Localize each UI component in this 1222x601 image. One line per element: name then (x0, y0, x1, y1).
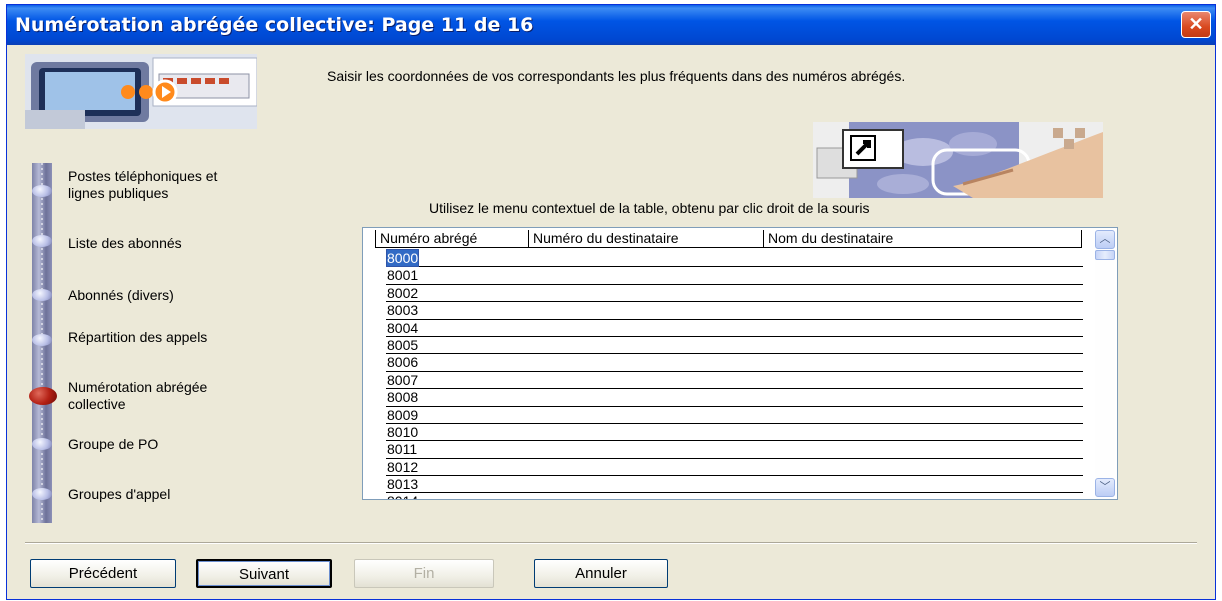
step-repartition-appels[interactable]: Répartition des appels (68, 329, 208, 346)
step-marker (32, 185, 52, 197)
scroll-down-icon[interactable]: ﹀ (1095, 478, 1115, 497)
table-row[interactable]: 8002 (386, 285, 1083, 303)
table-row[interactable]: 8004 (386, 320, 1083, 337)
step-marker (32, 289, 52, 301)
cancel-button[interactable]: Annuler (534, 559, 668, 588)
table-row[interactable]: 8009 (386, 407, 1083, 424)
table-row[interactable]: 8010 (386, 424, 1083, 442)
wizard-window: Numérotation abrégée collective: Page 11… (6, 4, 1216, 600)
column-header-numero-destinataire[interactable]: Numéro du destinataire (529, 230, 764, 248)
scroll-up-icon[interactable]: ︿ (1095, 230, 1115, 249)
step-groupes-appel[interactable]: Groupes d'appel (68, 486, 170, 503)
step-abonnes-divers[interactable]: Abonnés (divers) (68, 287, 174, 304)
table-row[interactable]: 8008 (386, 389, 1083, 407)
table-row[interactable]: 8011 (386, 441, 1083, 459)
speed-dial-table[interactable]: Numéro abrégé Numéro du destinataire Nom… (362, 227, 1118, 500)
instruction-text: Saisir les coordonnées de vos correspond… (327, 68, 906, 84)
step-marker (32, 488, 52, 500)
table-row[interactable]: 8005 (386, 337, 1083, 355)
title-bar: Numérotation abrégée collective: Page 11… (7, 5, 1215, 45)
selected-cell[interactable]: 8000 (385, 249, 420, 267)
window-title: Numérotation abrégée collective: Page 11… (15, 14, 534, 36)
step-marker (32, 235, 52, 247)
close-button[interactable]: ✕ (1181, 11, 1211, 38)
table-body: 8000 8001 8002 8003 8004 8005 8006 8007 … (385, 249, 1083, 499)
table-row[interactable]: 8012 (386, 459, 1083, 477)
table-header: Numéro abrégé Numéro du destinataire Nom… (375, 230, 1082, 248)
table-row[interactable]: 8000 (385, 249, 1083, 268)
step-liste-abonnes[interactable]: Liste des abonnés (68, 235, 182, 252)
finish-button: Fin (354, 559, 494, 588)
step-marker (32, 438, 52, 450)
wizard-logo-image (25, 54, 257, 129)
table-row[interactable]: 8014 (386, 493, 1083, 499)
next-button[interactable]: Suivant (196, 559, 332, 588)
scrollbar-thumb[interactable] (1095, 250, 1115, 260)
current-step-marker (29, 387, 57, 405)
button-separator (25, 542, 1197, 544)
step-groupe-po[interactable]: Groupe de PO (68, 436, 158, 453)
previous-button[interactable]: Précédent (30, 559, 176, 588)
column-header-numero-abrege[interactable]: Numéro abrégé (375, 230, 529, 248)
step-marker (32, 334, 52, 346)
step-numerotation-abregee[interactable]: Numérotation abrégée collective (68, 379, 218, 413)
table-row[interactable]: 8001 (386, 267, 1083, 285)
vertical-scrollbar[interactable]: ︿ ﹀ (1095, 230, 1115, 497)
step-postes[interactable]: Postes téléphoniques et lignes publiques (68, 168, 218, 202)
table-row[interactable]: 8013 (386, 476, 1083, 494)
table-row[interactable]: 8007 (386, 372, 1083, 390)
column-header-nom-destinataire[interactable]: Nom du destinataire (764, 230, 1082, 248)
table-row[interactable]: 8003 (386, 302, 1083, 320)
table-row[interactable]: 8006 (386, 354, 1083, 372)
keypad-hand-image (813, 122, 1103, 198)
context-menu-hint: Utilisez le menu contextuel de la table,… (429, 200, 870, 216)
